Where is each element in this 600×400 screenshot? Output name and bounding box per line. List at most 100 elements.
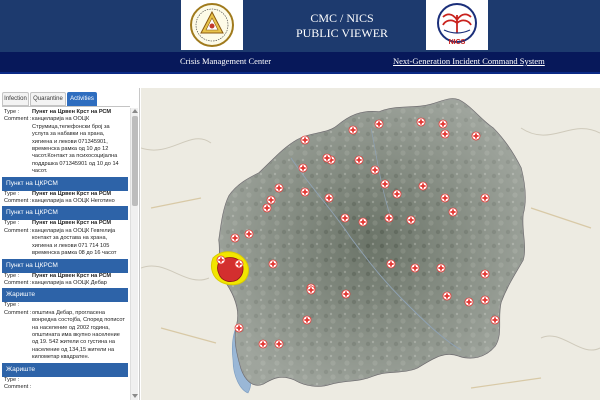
red-cross-marker-icon[interactable] — [306, 285, 316, 295]
comment-row: Comment : општина Дебар, прогласена вонре… — [2, 310, 128, 362]
red-cross-marker-icon[interactable] — [406, 215, 416, 225]
red-cross-marker-icon[interactable] — [480, 269, 490, 279]
red-cross-marker-icon[interactable] — [442, 291, 452, 301]
comment-label: Comment : — [4, 309, 32, 316]
red-cross-marker-icon[interactable] — [440, 129, 450, 139]
group-header[interactable]: Жариште — [2, 288, 128, 303]
red-cross-marker-icon[interactable] — [480, 193, 490, 203]
red-cross-marker-icon[interactable] — [436, 263, 446, 273]
crisis-management-center-link[interactable]: Crisis Management Center — [180, 56, 271, 66]
group-header[interactable]: Пункт на ЦКРСМ — [2, 176, 128, 191]
red-cross-marker-icon[interactable] — [298, 163, 308, 173]
red-cross-marker-icon[interactable] — [230, 233, 240, 243]
red-cross-marker-icon[interactable] — [234, 259, 244, 269]
red-cross-marker-icon[interactable] — [274, 339, 284, 349]
type-label: Type : — [4, 376, 20, 383]
comment-row: Comment : канцеларија на ООЦК Дебар — [2, 280, 128, 287]
cmc-emblem-icon — [190, 3, 234, 47]
nics-emblem-icon: NICS — [437, 3, 477, 46]
tab-infection[interactable]: Infection — [2, 92, 29, 106]
comment-value: канцеларија на ООЦК Гевгелија контакт за… — [32, 227, 117, 257]
comment-label: Comment : — [4, 227, 32, 234]
red-cross-marker-icon[interactable] — [384, 213, 394, 223]
title-line-1: CMC / NICS — [310, 11, 374, 25]
list-item[interactable]: Пункт на ЦКРСМ Type : Пункт на Црвен Крст … — [2, 258, 128, 288]
comment-label: Comment : — [4, 383, 32, 390]
group-header[interactable]: Жариште — [2, 362, 128, 377]
red-cross-marker-icon[interactable] — [354, 155, 364, 165]
list-item[interactable]: Type : Пункт на Црвен Крст на РСМ Comment … — [2, 109, 128, 176]
scroll-thumb[interactable] — [132, 116, 138, 206]
red-cross-marker-icon[interactable] — [416, 117, 426, 127]
red-cross-marker-icon[interactable] — [380, 179, 390, 189]
type-value: Пункт на Црвен Крст на РСМ — [32, 220, 112, 227]
type-label: Type : — [4, 190, 20, 197]
red-cross-marker-icon[interactable] — [322, 153, 332, 163]
nics-link[interactable]: Next-Generation Incident Command System — [393, 56, 545, 66]
comment-label: Comment : — [4, 279, 32, 286]
red-cross-marker-icon[interactable] — [410, 263, 420, 273]
list-item[interactable]: Жариште Type : Comment : општина Дебар, про… — [2, 288, 128, 361]
scroll-up-arrow-icon[interactable] — [132, 109, 138, 113]
nics-logo-text: NICS — [449, 39, 466, 46]
type-label: Type : — [4, 272, 20, 279]
red-cross-marker-icon[interactable] — [471, 131, 481, 141]
type-value — [32, 302, 128, 309]
red-cross-marker-icon[interactable] — [258, 339, 268, 349]
red-cross-marker-icon[interactable] — [300, 135, 310, 145]
red-cross-marker-icon[interactable] — [268, 259, 278, 269]
red-cross-marker-icon[interactable] — [234, 323, 244, 333]
red-cross-marker-icon[interactable] — [274, 183, 284, 193]
red-cross-marker-icon[interactable] — [374, 119, 384, 129]
red-cross-marker-icon[interactable] — [480, 295, 490, 305]
app-header: CMC / NICS PUBLIC VIEWER NICS — [0, 0, 600, 52]
red-cross-marker-icon[interactable] — [386, 259, 396, 269]
red-cross-marker-icon[interactable] — [392, 189, 402, 199]
cmc-logo — [181, 0, 243, 50]
list-item[interactable]: Жариште Type : Comment : — [2, 362, 128, 392]
red-cross-marker-icon[interactable] — [216, 255, 226, 265]
title-line-2: PUBLIC VIEWER — [295, 26, 389, 40]
red-cross-marker-icon[interactable] — [440, 193, 450, 203]
red-cross-marker-icon[interactable] — [438, 119, 448, 129]
north-macedonia-map[interactable] — [141, 88, 600, 400]
comment-value — [32, 384, 128, 391]
type-row: Type : Пункт на Црвен Крст на РСМ — [2, 191, 128, 198]
type-row: Type : — [2, 377, 128, 384]
group-header[interactable]: Пункт на ЦКРСМ — [2, 258, 128, 273]
type-value — [32, 377, 128, 384]
red-cross-marker-icon[interactable] — [262, 203, 272, 213]
red-cross-marker-icon[interactable] — [300, 187, 310, 197]
red-cross-marker-icon[interactable] — [490, 315, 500, 325]
comment-row: Comment : канцеларија на ООЦК Гевгелија к… — [2, 228, 128, 258]
group-header[interactable]: Пункт на ЦКРСМ — [2, 206, 128, 221]
red-cross-marker-icon[interactable] — [418, 181, 428, 191]
comment-value: канцеларија на ООЦК Неготино — [32, 198, 115, 205]
list-item[interactable]: Пункт на ЦКРСМ Type : Пункт на Црвен Крст … — [2, 206, 128, 257]
tab-activities[interactable]: Activities — [67, 92, 97, 106]
activity-list[interactable]: Type : Пункт на Црвен Крст на РСМ Comment … — [2, 109, 128, 392]
red-cross-marker-icon[interactable] — [244, 229, 254, 239]
red-cross-marker-icon[interactable] — [348, 125, 358, 135]
type-label: Type : — [4, 220, 20, 227]
map-view[interactable] — [141, 88, 600, 400]
red-cross-marker-icon[interactable] — [266, 195, 276, 205]
comment-row: Comment : — [2, 384, 128, 391]
red-cross-marker-icon[interactable] — [340, 213, 350, 223]
red-cross-marker-icon[interactable] — [464, 297, 474, 307]
type-value: Пункт на Црвен Крст на РСМ — [32, 272, 112, 279]
red-cross-marker-icon[interactable] — [341, 289, 351, 299]
panel-scrollbar[interactable] — [130, 108, 138, 400]
red-cross-marker-icon[interactable] — [358, 217, 368, 227]
comment-value: канцеларија на ООЦК Дебар — [32, 279, 107, 286]
nav-bar: Crisis Management Center Next-Generation… — [0, 52, 600, 74]
red-cross-marker-icon[interactable] — [370, 165, 380, 175]
nics-logo: NICS — [426, 0, 488, 50]
list-item[interactable]: Пункт на ЦКРСМ Type : Пункт на Црвен Крст … — [2, 176, 128, 206]
red-cross-marker-icon[interactable] — [324, 193, 334, 203]
red-cross-marker-icon[interactable] — [302, 315, 312, 325]
red-cross-marker-icon[interactable] — [448, 207, 458, 217]
tab-divider — [2, 106, 130, 107]
tab-quarantine[interactable]: Quarantine — [30, 92, 66, 106]
comment-value: канцеларија на ООЦК Струмица,телефонски … — [32, 116, 119, 175]
